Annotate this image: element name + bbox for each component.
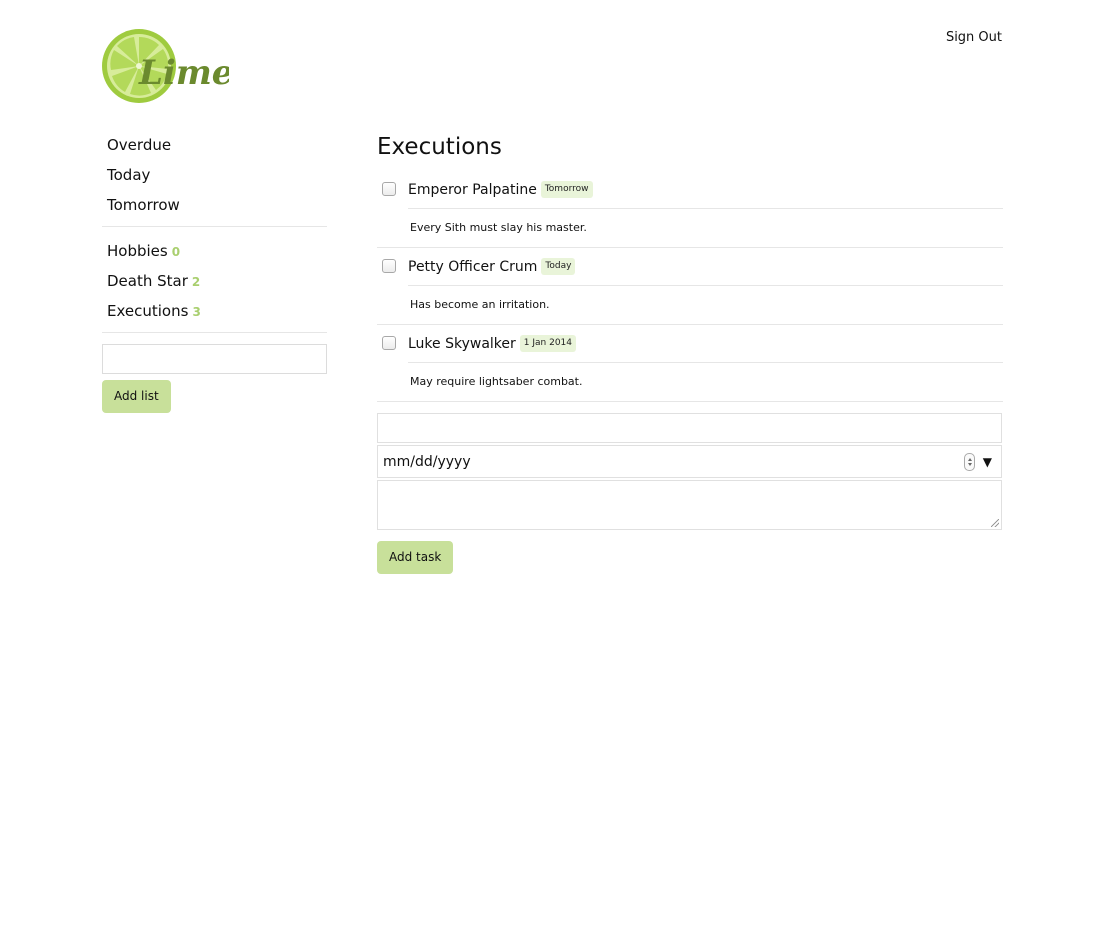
due-badge: 1 Jan 2014 <box>519 335 577 352</box>
task-title-input[interactable] <box>377 413 1002 443</box>
task-title[interactable]: Luke Skywalker <box>408 336 516 352</box>
sidebar-item-overdue[interactable]: Overdue <box>102 132 327 162</box>
task-date-input[interactable]: mm/dd/yyyy ▼ <box>377 445 1002 478</box>
task-notes-textarea[interactable] <box>377 480 1002 530</box>
task-item: Emperor Palpatine Tomorrow Every Sith mu… <box>377 171 1003 248</box>
sidebar-item-executions[interactable]: Executions 3 <box>102 298 327 328</box>
due-badge: Tomorrow <box>540 181 593 198</box>
task-title[interactable]: Emperor Palpatine <box>408 182 537 198</box>
add-task-button[interactable]: Add task <box>377 541 454 574</box>
task-header: Emperor Palpatine Tomorrow <box>382 171 1003 209</box>
list-label: Executions <box>107 302 189 320</box>
task-item: Petty Officer Crum Today Has become an i… <box>377 248 1003 325</box>
task-checkbox[interactable] <box>382 336 396 350</box>
task-checkbox[interactable] <box>382 259 396 273</box>
main-content: Executions Emperor Palpatine Tomorrow Ev… <box>377 131 1003 574</box>
list-count: 3 <box>192 305 201 319</box>
list-label: Death Star <box>107 272 188 290</box>
task-note: Has become an irritation. <box>410 298 550 311</box>
list-label: Hobbies <box>107 242 168 260</box>
due-badge: Today <box>541 258 576 275</box>
sidebar: Overdue Today Tomorrow Hobbies 0 Death St… <box>102 132 327 413</box>
date-placeholder: mm/dd/yyyy <box>383 453 471 470</box>
add-list-button[interactable]: Add list <box>102 380 171 413</box>
dropdown-arrow-icon[interactable]: ▼ <box>983 455 992 469</box>
list-group: Hobbies 0 Death Star 2 Executions 3 <box>102 238 327 333</box>
task-note: Every Sith must slay his master. <box>410 221 587 234</box>
task-header: Petty Officer Crum Today <box>382 248 1003 286</box>
sidebar-item-tomorrow[interactable]: Tomorrow <box>102 192 327 222</box>
task-title[interactable]: Petty Officer Crum <box>408 259 537 275</box>
task-checkbox[interactable] <box>382 182 396 196</box>
logo-wordmark: Lime <box>138 53 229 93</box>
list-count: 0 <box>171 245 181 259</box>
sidebar-item-death-star[interactable]: Death Star 2 <box>102 268 327 298</box>
task-header: Luke Skywalker 1 Jan 2014 <box>382 325 1003 363</box>
task-item: Luke Skywalker 1 Jan 2014 May require li… <box>377 325 1003 402</box>
add-task-form: mm/dd/yyyy ▼ Add task <box>377 413 1003 574</box>
list-count: 2 <box>191 275 201 289</box>
resize-handle-icon[interactable] <box>991 519 999 527</box>
filter-group: Overdue Today Tomorrow <box>102 132 327 227</box>
new-list-input[interactable] <box>102 344 327 374</box>
sign-out-link[interactable]: Sign Out <box>946 30 1002 45</box>
page-title: Executions <box>377 134 502 160</box>
task-note: May require lightsaber combat. <box>410 375 583 388</box>
sidebar-item-hobbies[interactable]: Hobbies 0 <box>102 238 327 268</box>
sidebar-item-today[interactable]: Today <box>102 162 327 192</box>
date-spinner-icon[interactable] <box>964 453 975 471</box>
lime-logo: Lime <box>102 29 229 103</box>
